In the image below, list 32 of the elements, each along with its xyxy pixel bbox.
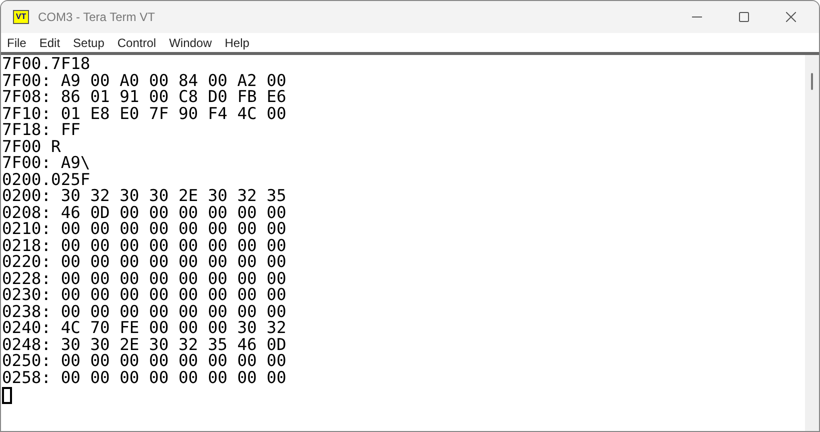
terminal-line: 0258: 00 00 00 00 00 00 00 00	[2, 370, 286, 386]
terminal-line: 0208: 46 0D 00 00 00 00 00 00	[2, 204, 286, 221]
menu-item[interactable]: Setup	[73, 34, 104, 52]
terminal-line: 0200.025F	[2, 172, 90, 188]
app-icon: VT	[13, 10, 29, 24]
scrollbar-thumb[interactable]	[811, 73, 813, 90]
scrollbar[interactable]	[805, 55, 819, 431]
window-title: COM3 - Tera Term VT	[38, 9, 155, 26]
terminal-line: 7F10: 01 E8 E0 7F 90 F4 4C 00	[2, 106, 286, 122]
menu-item[interactable]: Control	[117, 34, 156, 52]
terminal-line: 0218: 00 00 00 00 00 00 00 00	[2, 238, 286, 254]
close-icon[interactable]	[786, 12, 796, 22]
terminal-line: 7F08: 86 01 91 00 C8 D0 FB E6	[2, 89, 286, 106]
menu-item[interactable]: File	[7, 34, 26, 52]
terminal-line: 0220: 00 00 00 00 00 00 00 00	[2, 254, 286, 270]
terminal-line: 0250: 00 00 00 00 00 00 00 00	[2, 353, 286, 370]
terminal-line: 0240: 4C 70 FE 00 00 00 30 32	[2, 320, 286, 336]
menu-item[interactable]: Window	[169, 34, 212, 52]
terminal-line: 7F00: A9 00 A0 00 84 00 A2 00	[2, 72, 286, 89]
terminal-line: 0210: 00 00 00 00 00 00 00 00	[2, 221, 286, 238]
terminal-line: 7F00.7F18	[2, 56, 90, 72]
terminal-line: 0230: 00 00 00 00 00 00 00 00	[2, 287, 286, 304]
menu-item[interactable]: Help	[224, 34, 250, 52]
terminal-line: 0248: 30 30 2E 30 32 35 46 0D	[2, 336, 286, 353]
terminal-line: 0238: 00 00 00 00 00 00 00 00	[2, 304, 286, 320]
maximize-icon[interactable]	[739, 12, 749, 22]
menu-item[interactable]: Edit	[39, 34, 60, 52]
terminal-line: 7F00: A9\	[2, 155, 90, 172]
terminal-line: 7F00 R	[2, 138, 61, 155]
terminal-line: 7F18: FF	[2, 122, 80, 138]
terminal-line: 0200: 30 32 30 30 2E 30 32 35	[2, 188, 286, 204]
terminal-line: 0228: 00 00 00 00 00 00 00 00	[2, 270, 286, 287]
